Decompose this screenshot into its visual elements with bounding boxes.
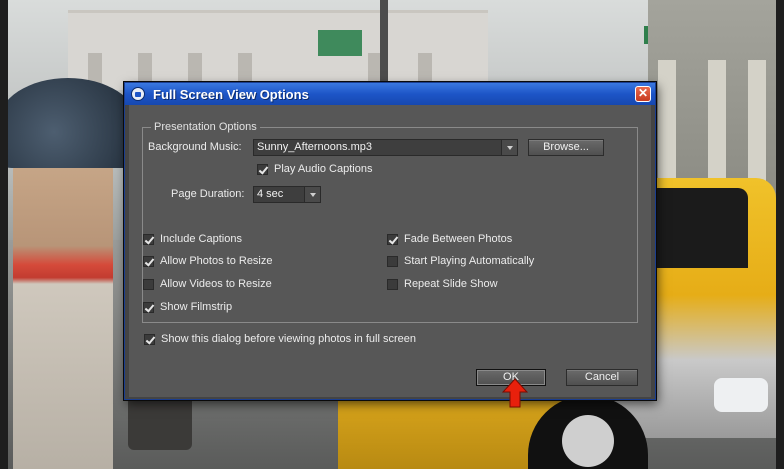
- allow-videos-resize-checkbox[interactable]: [143, 279, 154, 290]
- dialog-body: Presentation Options Background Music: S…: [129, 105, 651, 397]
- start-playing-automatically-label: Start Playing Automatically: [404, 255, 535, 267]
- chevron-down-icon[interactable]: [501, 140, 517, 155]
- repeat-slide-show-checkbox[interactable]: [387, 279, 398, 290]
- chevron-down-icon[interactable]: [304, 187, 320, 202]
- show-dialog-label: Show this dialog before viewing photos i…: [161, 333, 416, 345]
- allow-videos-resize-label: Allow Videos to Resize: [160, 278, 272, 290]
- show-dialog-checkbox[interactable]: [144, 334, 155, 345]
- browse-button[interactable]: Browse...: [528, 139, 604, 156]
- close-button[interactable]: ✕: [635, 86, 651, 102]
- background-music-select[interactable]: Sunny_Afternoons.mp3: [253, 139, 518, 156]
- presentation-options-group: Presentation Options Background Music: S…: [142, 121, 638, 323]
- include-captions-checkbox[interactable]: [143, 234, 154, 245]
- presentation-options-legend: Presentation Options: [151, 121, 260, 134]
- show-filmstrip-checkbox[interactable]: [143, 302, 154, 313]
- page-duration-select[interactable]: 4 sec: [253, 186, 321, 203]
- fade-between-photos-label: Fade Between Photos: [404, 233, 513, 245]
- photo-person: [13, 150, 113, 469]
- allow-photos-resize-checkbox[interactable]: [143, 256, 154, 267]
- include-captions-label: Include Captions: [160, 233, 242, 245]
- cancel-button[interactable]: Cancel: [566, 369, 638, 386]
- page-duration-value: 4 sec: [257, 188, 284, 200]
- photo-pole: [380, 0, 388, 90]
- fade-between-photos-checkbox[interactable]: [387, 234, 398, 245]
- dialog-title: Full Screen View Options: [153, 86, 309, 102]
- repeat-slide-show-label: Repeat Slide Show: [404, 278, 498, 290]
- background-music-value: Sunny_Afternoons.mp3: [257, 141, 372, 153]
- play-audio-captions-label: Play Audio Captions: [274, 163, 373, 175]
- page-duration-label: Page Duration:: [171, 188, 245, 200]
- play-audio-captions-checkbox[interactable]: [257, 164, 268, 175]
- camera-app-icon: [131, 87, 145, 101]
- dialog-titlebar[interactable]: Full Screen View Options ✕: [125, 83, 655, 105]
- photo-building: [68, 10, 488, 90]
- background-music-label: Background Music:: [148, 141, 242, 153]
- photo-umbrella: [8, 78, 138, 168]
- photo-street-sign: [318, 30, 362, 56]
- start-playing-automatically-checkbox[interactable]: [387, 256, 398, 267]
- show-filmstrip-label: Show Filmstrip: [160, 301, 233, 313]
- allow-photos-resize-label: Allow Photos to Resize: [160, 255, 273, 267]
- full-screen-view-options-dialog: Full Screen View Options ✕ Presentation …: [124, 82, 656, 400]
- pointer-arrow-icon: [502, 378, 528, 408]
